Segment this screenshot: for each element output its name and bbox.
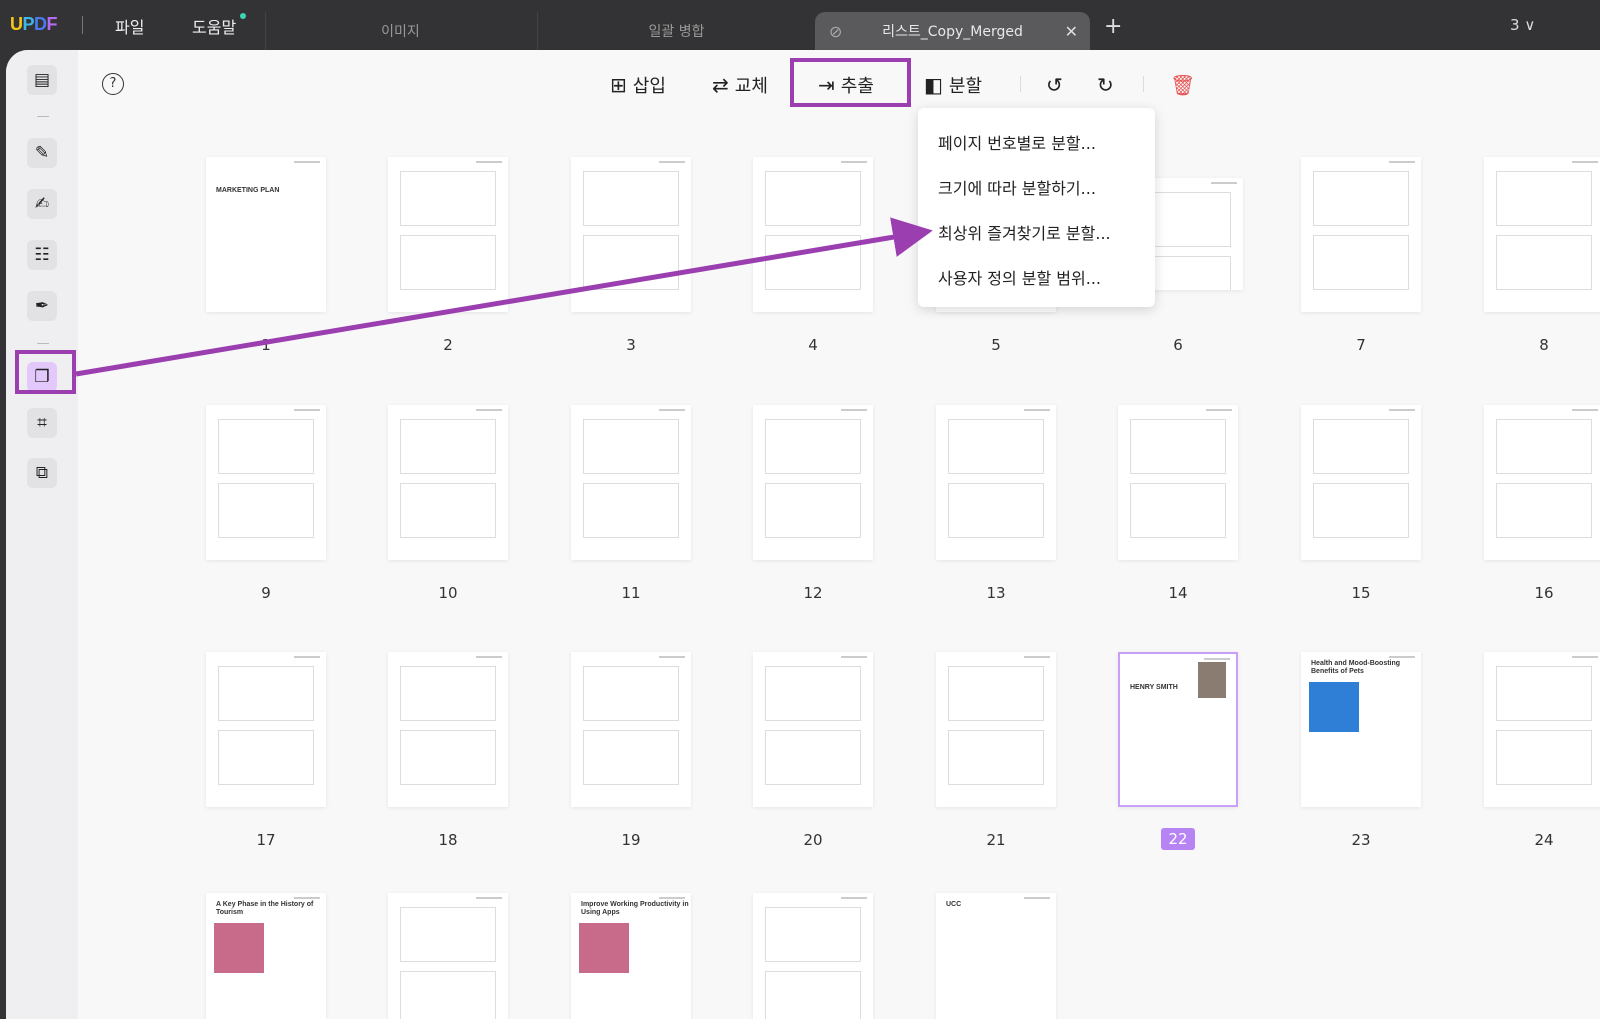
annotation-arrow (75, 217, 933, 377)
